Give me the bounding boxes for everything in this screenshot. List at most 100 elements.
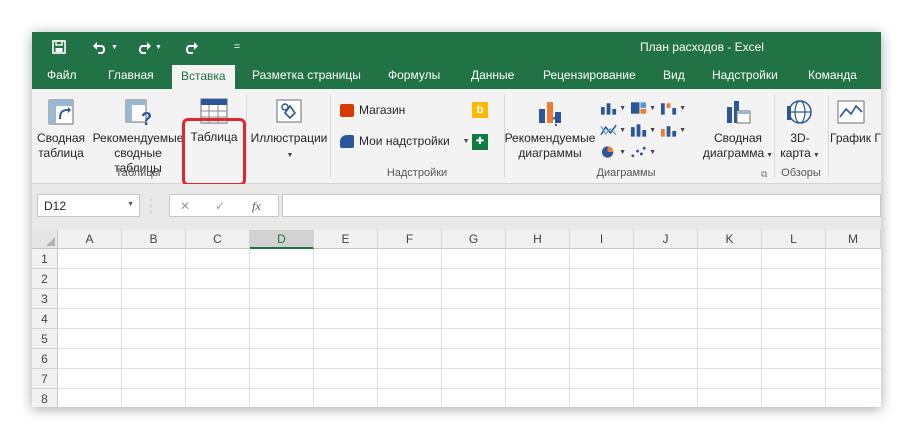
chevron-down-icon: ▼ (462, 137, 470, 145)
bing-maps-button[interactable]: b (472, 101, 498, 119)
grid-line (58, 268, 881, 269)
column-header-e[interactable]: E (314, 230, 378, 249)
ribbon-insert: Сводная таблица ? Рекомендуемые сводные … (32, 89, 881, 184)
chevron-down-icon: ▼ (286, 152, 294, 159)
row-header-6[interactable]: 6 (32, 349, 58, 369)
pivot-chart-button[interactable]: Сводная диаграмма ▼ (700, 97, 776, 163)
cancel-icon[interactable]: ✕ (180, 199, 190, 213)
column-header-g[interactable]: G (442, 230, 506, 249)
recommended-charts-button[interactable]: ? Рекомендуемые диаграммы (502, 97, 598, 161)
3d-map-label-2: карта (780, 146, 811, 160)
chevron-down-icon: ▼ (679, 126, 686, 134)
column-header-b[interactable]: B (122, 230, 186, 249)
row-header-5[interactable]: 5 (32, 329, 58, 349)
line-chart-button[interactable]: ▼ (600, 121, 626, 139)
resize-handle-icon[interactable]: · · · (149, 195, 153, 218)
pivot-chart-label-2: диаграмма (702, 146, 765, 160)
store-icon (340, 103, 354, 117)
column-header-i[interactable]: I (570, 230, 634, 249)
row-header-2[interactable]: 2 (32, 269, 58, 289)
column-header-f[interactable]: F (378, 230, 442, 249)
scatter-chart-button[interactable]: ▼ (630, 143, 656, 161)
hierarchy-chart-icon (630, 102, 647, 114)
my-addins-label: Мои надстройки (359, 134, 450, 148)
tab-view[interactable]: Вид (663, 62, 685, 89)
tab-file[interactable]: Файл (47, 62, 77, 89)
column-header-a[interactable]: A (58, 230, 122, 249)
column-header-h[interactable]: H (506, 230, 570, 249)
pivot-table-icon (48, 99, 74, 125)
illustrations-button[interactable]: Иллюстрации ▼ (250, 97, 328, 163)
chevron-down-icon: ▼ (619, 104, 626, 112)
undo-icon[interactable]: ▼ (90, 38, 120, 56)
column-chart-button[interactable]: ▼ (600, 99, 626, 117)
name-box[interactable]: D12 ▼ (37, 194, 140, 217)
line-sparkline-icon (837, 100, 865, 124)
grid-line (58, 368, 881, 369)
column-header-d[interactable]: D (250, 230, 314, 249)
store-button[interactable]: Магазин (340, 103, 405, 117)
dialog-launcher-icon[interactable]: ⧉ (761, 169, 767, 180)
recommended-charts-label-1: Рекомендуемые (504, 131, 596, 145)
statistic-chart-button[interactable]: ▼ (630, 121, 656, 139)
row-header-7[interactable]: 7 (32, 369, 58, 389)
pie-chart-button[interactable]: ▼ (600, 143, 626, 161)
grid-line (58, 388, 881, 389)
sparkline-next-label: Г (874, 131, 881, 145)
formula-bar: D12 ▼ · · · ✕ ✓ fx (32, 184, 881, 230)
row-header-1[interactable]: 1 (32, 249, 58, 269)
svg-text:?: ? (141, 109, 152, 127)
tab-team[interactable]: Команда (808, 62, 857, 89)
tab-page-layout[interactable]: Разметка страницы (252, 62, 361, 89)
my-addins-icon (340, 134, 354, 148)
enter-icon[interactable]: ✓ (215, 199, 225, 213)
tab-home[interactable]: Главная (108, 62, 154, 89)
column-header-l[interactable]: L (762, 230, 826, 249)
grid-line (58, 308, 881, 309)
row-header-4[interactable]: 4 (32, 309, 58, 329)
row-header-8[interactable]: 8 (32, 389, 58, 407)
worksheet-grid[interactable]: A B C D E F G H I J K L M 1 2 3 4 5 6 7 … (32, 230, 881, 407)
chevron-down-icon[interactable]: ▼ (127, 201, 134, 208)
3d-map-button[interactable]: 3D- карта ▼ (776, 97, 824, 163)
row-header-3[interactable]: 3 (32, 289, 58, 309)
tab-formulas[interactable]: Формулы (388, 62, 440, 89)
recommended-charts-label-2: диаграммы (518, 146, 582, 160)
tab-data[interactable]: Данные (471, 62, 514, 89)
customize-qat-button[interactable]: = (230, 38, 244, 56)
pivot-chart-label-1: Сводная (713, 131, 763, 145)
pivot-chart-icon (727, 101, 751, 124)
line-chart-icon (600, 124, 617, 136)
column-header-k[interactable]: K (698, 230, 762, 249)
chevron-down-icon: ▼ (619, 126, 626, 134)
repeat-icon[interactable] (182, 38, 200, 56)
column-header-c[interactable]: C (186, 230, 250, 249)
pivot-table-button[interactable]: Сводная таблица (34, 97, 88, 161)
waterfall-chart-icon (660, 103, 677, 115)
3d-map-label-1: 3D- (790, 131, 810, 145)
redo-icon[interactable]: ▼ (134, 38, 164, 56)
insert-function-icon[interactable]: fx (252, 199, 261, 214)
save-icon[interactable] (50, 38, 68, 56)
formula-input[interactable] (282, 194, 881, 217)
combo-chart-button[interactable]: ▼ (660, 121, 686, 139)
recommended-charts-icon: ? (539, 102, 561, 127)
tab-review[interactable]: Рецензирование (543, 62, 636, 89)
hierarchy-chart-button[interactable]: ▼ (630, 99, 656, 117)
my-addins-button[interactable]: Мои надстройки ▼ (340, 134, 470, 148)
bing-icon: b (472, 102, 488, 118)
tab-insert[interactable]: Вставка (172, 65, 235, 89)
pivot-table-label-2: таблица (38, 146, 84, 160)
column-header-j[interactable]: J (634, 230, 698, 249)
recommended-pivot-label-1: Рекомендуемые (92, 131, 184, 145)
sparkline-graph-button[interactable]: График Г (830, 97, 881, 146)
formula-buttons: ✕ ✓ fx (169, 194, 279, 217)
title-bar: ▼ ▼ = План расходов - Excel (32, 32, 881, 62)
column-chart-icon (600, 103, 617, 115)
waterfall-chart-button[interactable]: ▼ (660, 99, 686, 117)
people-graph-button[interactable]: ✚ (472, 133, 498, 151)
column-header-m[interactable]: M (826, 230, 881, 249)
tab-addins[interactable]: Надстройки (712, 62, 778, 89)
recommended-pivot-tables-button[interactable]: ? Рекомендуемые сводные таблицы (90, 97, 186, 176)
select-all-button[interactable] (32, 230, 58, 249)
